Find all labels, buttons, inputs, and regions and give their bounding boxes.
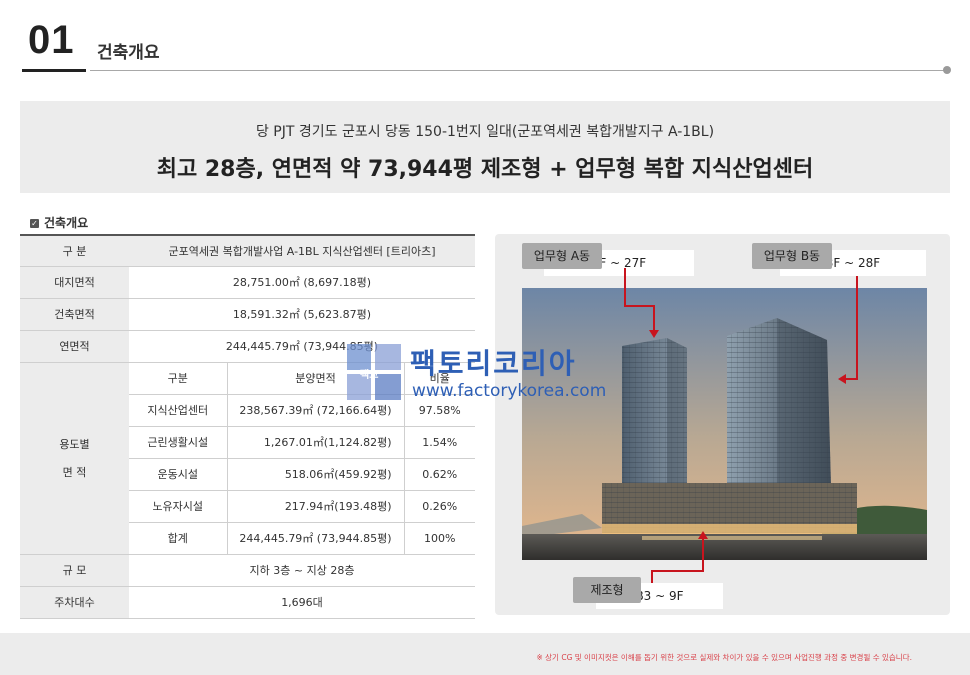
manufacturing-pointer-line — [702, 538, 704, 572]
table-row: 대지면적 28,751.00㎡ (8,697.18평) — [20, 266, 475, 299]
summary-banner: 당 PJT 경기도 군포시 당동 150-1번지 일대(군포역세권 복합개발지구… — [20, 101, 950, 193]
tower-b-pointer-line — [846, 378, 858, 380]
tower-a-pointer-line — [653, 305, 655, 332]
header-divider-dot — [943, 66, 951, 74]
footer-bar: ※ 상기 CG 및 이미지컷은 이해를 돕기 위한 것으로 실제와 차이가 있을… — [0, 633, 970, 675]
use-ratio-cell: 100% — [403, 522, 475, 555]
disclaimer-footnote: ※ 상기 CG 및 이미지컷은 이해를 돕기 위한 것으로 실제와 차이가 있을… — [536, 653, 912, 662]
use-area-cell: 1,267.01㎡(1,124.82평) — [226, 426, 404, 459]
tower-a-tag: 업무형 A동 — [522, 243, 602, 269]
use-type-cell: 운동시설 — [129, 458, 227, 491]
scale-label: 규 모 — [20, 554, 129, 587]
banner-headline: 최고 28층, 연면적 약 73,944평 제조형 + 업무형 복합 지식산업센… — [156, 157, 814, 182]
banner-subtitle: 당 PJT 경기도 군포시 당동 150-1번지 일대(군포역세권 복합개발지구… — [255, 124, 715, 140]
use-area-cell: 217.94㎡(193.48평) — [226, 490, 404, 523]
site-area-value: 28,751.00㎡ (8,697.18평) — [129, 266, 475, 299]
table-row: 건축면적 18,591.32㎡ (5,623.87평) — [20, 298, 475, 331]
table-header-value: 군포역세권 복합개발사업 A-1BL 지식산업센터 [트리아츠] — [129, 234, 475, 267]
table-row: 구 분 군포역세권 복합개발사업 A-1BL 지식산업센터 [트리아츠] — [20, 234, 475, 267]
table-header-label: 구 분 — [20, 234, 129, 267]
parking-value: 1,696대 — [129, 586, 475, 619]
use-type-cell: 근린생활시설 — [129, 426, 227, 459]
table-row: 주차대수 1,696대 — [20, 586, 475, 619]
use-type-cell: 합계 — [129, 522, 227, 555]
site-area-label: 대지면적 — [20, 266, 129, 299]
use-ratio-cell: 0.26% — [403, 490, 475, 523]
use-type-cell: 지식산업센터 — [129, 394, 227, 427]
use-area-cell: 244,445.79㎡ (73,944.85평) — [226, 522, 404, 555]
building-rendering-image — [522, 288, 927, 560]
overview-label: ✓ 건축개요 — [30, 214, 88, 231]
building-rendering-svg — [522, 288, 927, 560]
tower-b-pointer-line — [856, 276, 858, 379]
overview-label-text: 건축개요 — [44, 216, 89, 230]
table-row: 규 모 지하 3층 ~ 지상 28층 — [20, 554, 475, 587]
parking-label: 주차대수 — [20, 586, 129, 619]
manufacturing-tag: 제조형 — [573, 577, 641, 603]
use-type-cell: 노유자시설 — [129, 490, 227, 523]
use-area-label-line2: 면 적 — [62, 466, 87, 479]
tower-a-pointer-line — [624, 305, 654, 307]
watermark-url: www.factorykorea.com — [412, 381, 607, 401]
use-area-cell: 518.06㎡(459.92평) — [226, 458, 404, 491]
watermark-mark: 팩코 — [360, 370, 379, 381]
use-ratio-cell: 1.54% — [403, 426, 475, 459]
building-overview-table: 구 분 군포역세권 복합개발사업 A-1BL 지식산업센터 [트리아츠] 대지면… — [20, 234, 475, 619]
tower-a-pointer-line — [624, 268, 626, 306]
header-divider — [90, 70, 946, 71]
section-number-underline — [22, 69, 86, 72]
use-area-label-line1: 용도별 — [59, 438, 90, 451]
building-area-label: 건축면적 — [20, 298, 129, 331]
tower-b-tag: 업무형 B동 — [752, 243, 832, 269]
building-area-value: 18,591.32㎡ (5,623.87평) — [129, 298, 475, 331]
use-area-label: 용도별 면 적 — [20, 362, 129, 555]
use-ratio-cell: 0.62% — [403, 458, 475, 491]
section-title: 건축개요 — [97, 43, 160, 63]
watermark-brand: 팩토리코리아 — [410, 347, 577, 380]
manufacturing-arrowhead-icon — [698, 531, 708, 539]
tower-a-arrowhead-icon — [649, 330, 659, 338]
section-number: 01 — [28, 18, 75, 62]
tower-b-arrowhead-icon — [838, 374, 846, 384]
scale-value: 지하 3층 ~ 지상 28층 — [129, 554, 475, 587]
checkbox-icon: ✓ — [30, 219, 39, 228]
gross-area-label: 연면적 — [20, 330, 129, 363]
manufacturing-pointer-line — [651, 570, 703, 572]
use-header-type: 구분 — [129, 362, 227, 395]
